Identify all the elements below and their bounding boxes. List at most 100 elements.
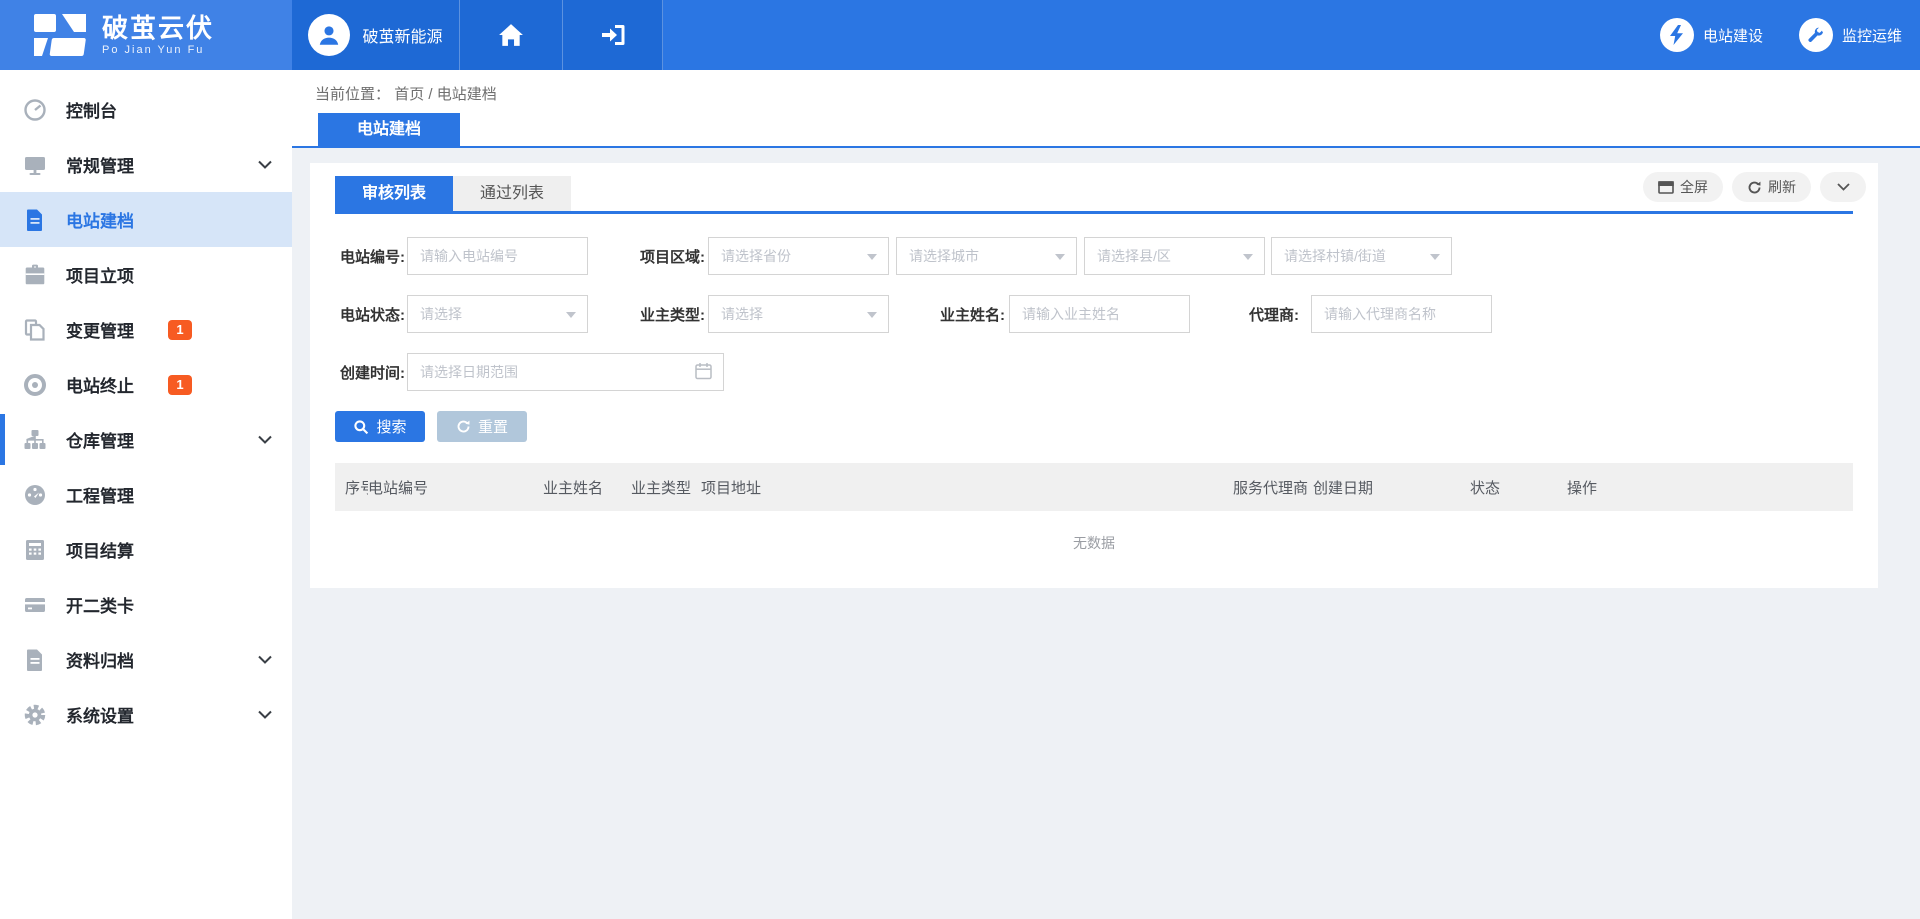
gear-icon [22,702,48,728]
sidebar-item-label: 控制台 [66,97,117,122]
station-status-select[interactable]: 请选择 [407,295,588,333]
town-select[interactable]: 请选择村镇/街道 [1271,237,1452,275]
owner-type-label: 业主类型: [637,304,705,325]
home-icon [498,23,524,47]
col-seq: 序号 [335,477,368,498]
owner-name-label: 业主姓名: [938,304,1005,325]
breadcrumb-prefix: 当前位置： [315,86,390,103]
sidebar-item-project-settlement[interactable]: 项目结算 [0,522,292,577]
sidebar-item-general-mgmt[interactable]: 常规管理 [0,137,292,192]
bank-card-icon [22,592,48,618]
owner-type-select[interactable]: 请选择 [708,295,889,333]
sidebar-item-label: 项目立项 [66,262,134,287]
breadcrumb: 当前位置： 首页 / 电站建档 [315,83,497,104]
page-tab-station-archive[interactable]: 电站建档 [318,113,460,146]
refresh-button[interactable]: 刷新 [1732,172,1811,202]
gauge-icon [22,97,48,123]
notification-badge: 1 [168,375,192,395]
search-button[interactable]: 搜索 [335,411,425,442]
sidebar-item-label: 常规管理 [66,152,134,177]
sidebar-item-system-settings[interactable]: 系统设置 [0,687,292,742]
sidebar-item-label: 工程管理 [66,482,134,507]
sidebar-item-warehouse-mgmt[interactable]: 仓库管理 [0,412,292,467]
sidebar-item-label: 仓库管理 [66,427,134,452]
created-time-label: 创建时间: [335,362,405,383]
notification-badge: 1 [168,320,192,340]
brand-logo: 破茧云伏 Po Jian Yun Fu [0,0,292,70]
breadcrumb-path[interactable]: 首页 / 电站建档 [394,86,497,103]
module-station-build[interactable]: 电站建设 [1660,18,1763,52]
tab-passed-list[interactable]: 通过列表 [453,176,571,211]
region-label: 项目区域: [637,246,705,267]
col-actions: 操作 [1567,477,1853,498]
user-icon [316,22,342,48]
chevron-down-icon [258,710,272,719]
top-header: 破茧云伏 Po Jian Yun Fu 破茧新能源 [0,0,1920,70]
content: 审核列表 通过列表 全屏 刷新 [292,148,1920,588]
filter-form: 电站编号: 项目区域: 请选择省份 请选择城市 请选择县/区 请选择村镇/街道 … [335,237,1853,442]
sign-out-icon [600,23,626,47]
header-account[interactable]: 破茧新能源 [292,0,460,70]
panel-tabs: 审核列表 通过列表 [335,176,1853,214]
calendar-icon [695,362,712,380]
monitor-icon [22,152,48,178]
sitemap-icon [22,427,48,453]
form-row-2: 电站状态: 请选择 业主类型: 请选择 业主姓名: 代理商: [335,295,1853,333]
sidebar: 控制台 常规管理 电站建档 项目立项 [0,70,292,919]
form-row-1: 电站编号: 项目区域: 请选择省份 请选择城市 请选择县/区 请选择村镇/街道 [335,237,1853,275]
sidebar-item-change-mgmt[interactable]: 变更管理 1 [0,302,292,357]
col-created-date: 创建日期 [1313,477,1470,498]
sidebar-item-label: 开二类卡 [66,592,134,617]
company-name: 破茧新能源 [362,23,442,47]
agent-input[interactable] [1311,295,1492,333]
tab-review-list[interactable]: 审核列表 [335,176,453,211]
sidebar-item-dashboard[interactable]: 控制台 [0,82,292,137]
module-label: 电站建设 [1703,25,1763,46]
collapse-button[interactable] [1820,172,1866,202]
col-service-agent: 服务代理商 [1233,477,1313,498]
target-icon [22,372,48,398]
col-owner-name: 业主姓名 [543,477,631,498]
logout-button[interactable] [563,0,663,70]
city-select[interactable]: 请选择城市 [896,237,1077,275]
fullscreen-button[interactable]: 全屏 [1643,172,1723,202]
wrench-icon [1806,26,1825,45]
module-monitor-ops[interactable]: 监控运维 [1799,18,1902,52]
avatar [308,14,350,56]
sidebar-item-label: 变更管理 [66,317,134,342]
sidebar-item-station-termination[interactable]: 电站终止 1 [0,357,292,412]
sidebar-item-label: 电站建档 [66,207,134,232]
sidebar-item-open-class2-card[interactable]: 开二类卡 [0,577,292,632]
sidebar-item-label: 电站终止 [66,372,134,397]
home-button[interactable] [460,0,563,70]
chevron-down-icon [258,655,272,664]
header-modules: 电站建设 监控运维 [1660,0,1920,70]
bolt-icon [1668,25,1686,45]
sidebar-item-data-archive[interactable]: 资料归档 [0,632,292,687]
station-no-input[interactable] [407,237,588,275]
form-actions: 搜索 重置 [335,411,1853,442]
file-text-icon [22,207,48,233]
province-select[interactable]: 请选择省份 [708,237,889,275]
refresh-icon [1747,180,1762,195]
agent-label: 代理商: [1246,304,1299,325]
panel-card: 审核列表 通过列表 全屏 刷新 [310,163,1878,588]
date-range-input[interactable] [407,353,724,391]
calculator-icon [22,537,48,563]
sidebar-item-engineering-mgmt[interactable]: 工程管理 [0,467,292,522]
table-empty-state: 无数据 [335,511,1853,553]
form-row-3: 创建时间: [335,353,1853,391]
col-project-address: 项目地址 [701,477,1233,498]
sidebar-item-label: 系统设置 [66,702,134,727]
brand-logo-icon [34,12,86,58]
owner-name-input[interactable] [1009,295,1190,333]
brand-name: 破茧云伏 [102,14,214,42]
panel-toolbar: 全屏 刷新 [1643,172,1866,202]
reset-button[interactable]: 重置 [437,411,527,442]
sidebar-item-station-archive[interactable]: 电站建档 [0,192,292,247]
sidebar-item-project-initiation[interactable]: 项目立项 [0,247,292,302]
station-status-label: 电站状态: [335,304,405,325]
sidebar-item-label: 资料归档 [66,647,134,672]
county-select[interactable]: 请选择县/区 [1084,237,1265,275]
reset-icon [456,419,471,434]
